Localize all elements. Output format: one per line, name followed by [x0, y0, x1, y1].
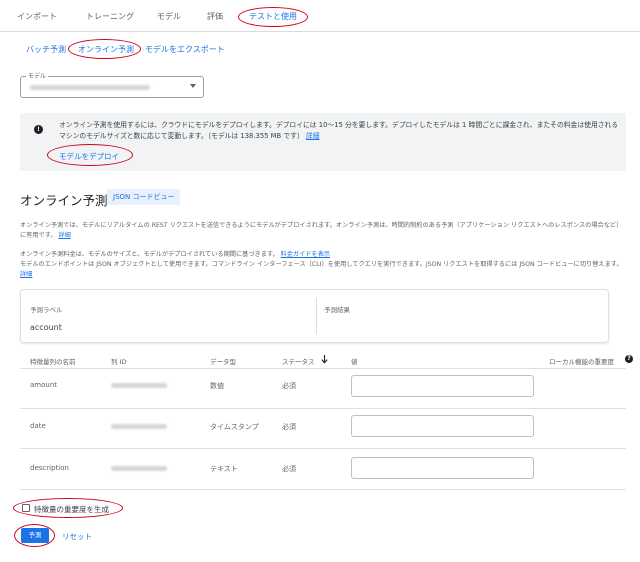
- deploy-details-link[interactable]: 詳細: [306, 132, 320, 140]
- feature-name: amount: [30, 381, 58, 389]
- feature-importance-label[interactable]: 特徴量の重要度を生成: [34, 504, 109, 515]
- online-prediction-description: オンライン予測では、モデルにリアルタイムの REST リクエストを送信できるよう…: [20, 221, 626, 241]
- redacted-column-id: [111, 424, 167, 429]
- feature-name: description: [30, 464, 69, 472]
- feature-data-type: テキスト: [210, 465, 238, 473]
- tab-training[interactable]: トレーニング: [86, 11, 134, 22]
- tab-test-and-use[interactable]: テストと使用: [249, 11, 297, 22]
- subnav-export-model[interactable]: モデルをエクスポート: [145, 44, 225, 55]
- feature-value-input-date[interactable]: [351, 415, 534, 437]
- top-tab-bar: インポート トレーニング モデル 評価 テストと使用: [0, 0, 640, 32]
- col-local-importance: ローカル機能の重要度: [549, 358, 614, 366]
- model-select-label: モデル: [26, 71, 49, 80]
- json-code-view-button[interactable]: JSON コードビュー: [107, 189, 181, 205]
- table-divider: [20, 489, 626, 490]
- deploy-model-button[interactable]: モデルをデプロイ: [59, 151, 119, 162]
- table-divider: [20, 448, 626, 449]
- col-value: 値: [351, 358, 358, 366]
- feature-value-input-amount[interactable]: [351, 375, 534, 397]
- tab-models[interactable]: モデル: [157, 11, 181, 22]
- table-divider: [20, 408, 626, 409]
- feature-importance-checkbox[interactable]: [22, 504, 30, 512]
- card-divider: [316, 298, 317, 334]
- pricing-description: オンライン予測料金は、モデルのサイズと、モデルがデプロイされている期間に基づきま…: [20, 250, 626, 280]
- redacted-column-id: [111, 466, 167, 471]
- tab-evaluate[interactable]: 評価: [207, 11, 223, 22]
- col-feature-name: 特徴量列の名前: [30, 358, 76, 366]
- help-icon[interactable]: ?: [625, 355, 633, 363]
- prediction-label-header: 予測ラベル: [30, 306, 63, 314]
- prediction-result-header: 予測結果: [324, 306, 350, 314]
- subnav-batch-prediction[interactable]: バッチ予測: [26, 44, 66, 55]
- col-column-id: 列 ID: [111, 358, 127, 366]
- endpoint-details-link[interactable]: 詳細: [20, 271, 32, 278]
- predict-button[interactable]: 予測: [21, 528, 49, 543]
- description-text: オンライン予測では、モデルにリアルタイムの REST リクエストを送信できるよう…: [20, 222, 623, 239]
- prediction-result-card: [20, 289, 609, 343]
- feature-data-type: タイムスタンプ: [210, 423, 259, 431]
- redacted-model-name: [30, 85, 150, 90]
- redacted-column-id: [111, 383, 167, 388]
- pricing-text: オンライン予測料金は、モデルのサイズと、モデルがデプロイされている期間に基づきま…: [20, 251, 279, 258]
- feature-status: 必須: [282, 465, 296, 473]
- description-details-link[interactable]: 詳細: [58, 232, 70, 239]
- deploy-info-text: オンライン予測を使用するには、クラウドにモデルをデプロイします。デプロイには 1…: [59, 120, 619, 142]
- feature-value-input-description[interactable]: [351, 457, 534, 479]
- feature-status: 必須: [282, 382, 296, 390]
- feature-status: 必須: [282, 423, 296, 431]
- tab-import[interactable]: インポート: [17, 11, 57, 22]
- feature-data-type: 数値: [210, 382, 224, 390]
- chevron-down-icon[interactable]: [190, 84, 196, 88]
- col-status[interactable]: ステータス: [282, 356, 315, 366]
- feature-name: date: [30, 422, 46, 430]
- info-icon: !: [34, 125, 43, 134]
- pricing-guide-link[interactable]: 料金ガイドを表示: [281, 251, 331, 258]
- subnav-online-prediction[interactable]: オンライン予測: [78, 44, 134, 55]
- reset-button[interactable]: リセット: [62, 531, 92, 542]
- endpoint-text: モデルのエンドポイントは JSON オブジェクトとして使用できます。コマンドライ…: [20, 261, 623, 268]
- table-divider: [20, 368, 626, 369]
- prediction-label-value: account: [30, 323, 62, 332]
- deploy-info-message: オンライン予測を使用するには、クラウドにモデルをデプロイします。デプロイには 1…: [59, 121, 619, 140]
- col-data-type: データ型: [210, 358, 236, 366]
- page-title: オンライン予測: [20, 193, 108, 208]
- arrow-down-icon[interactable]: [321, 355, 328, 364]
